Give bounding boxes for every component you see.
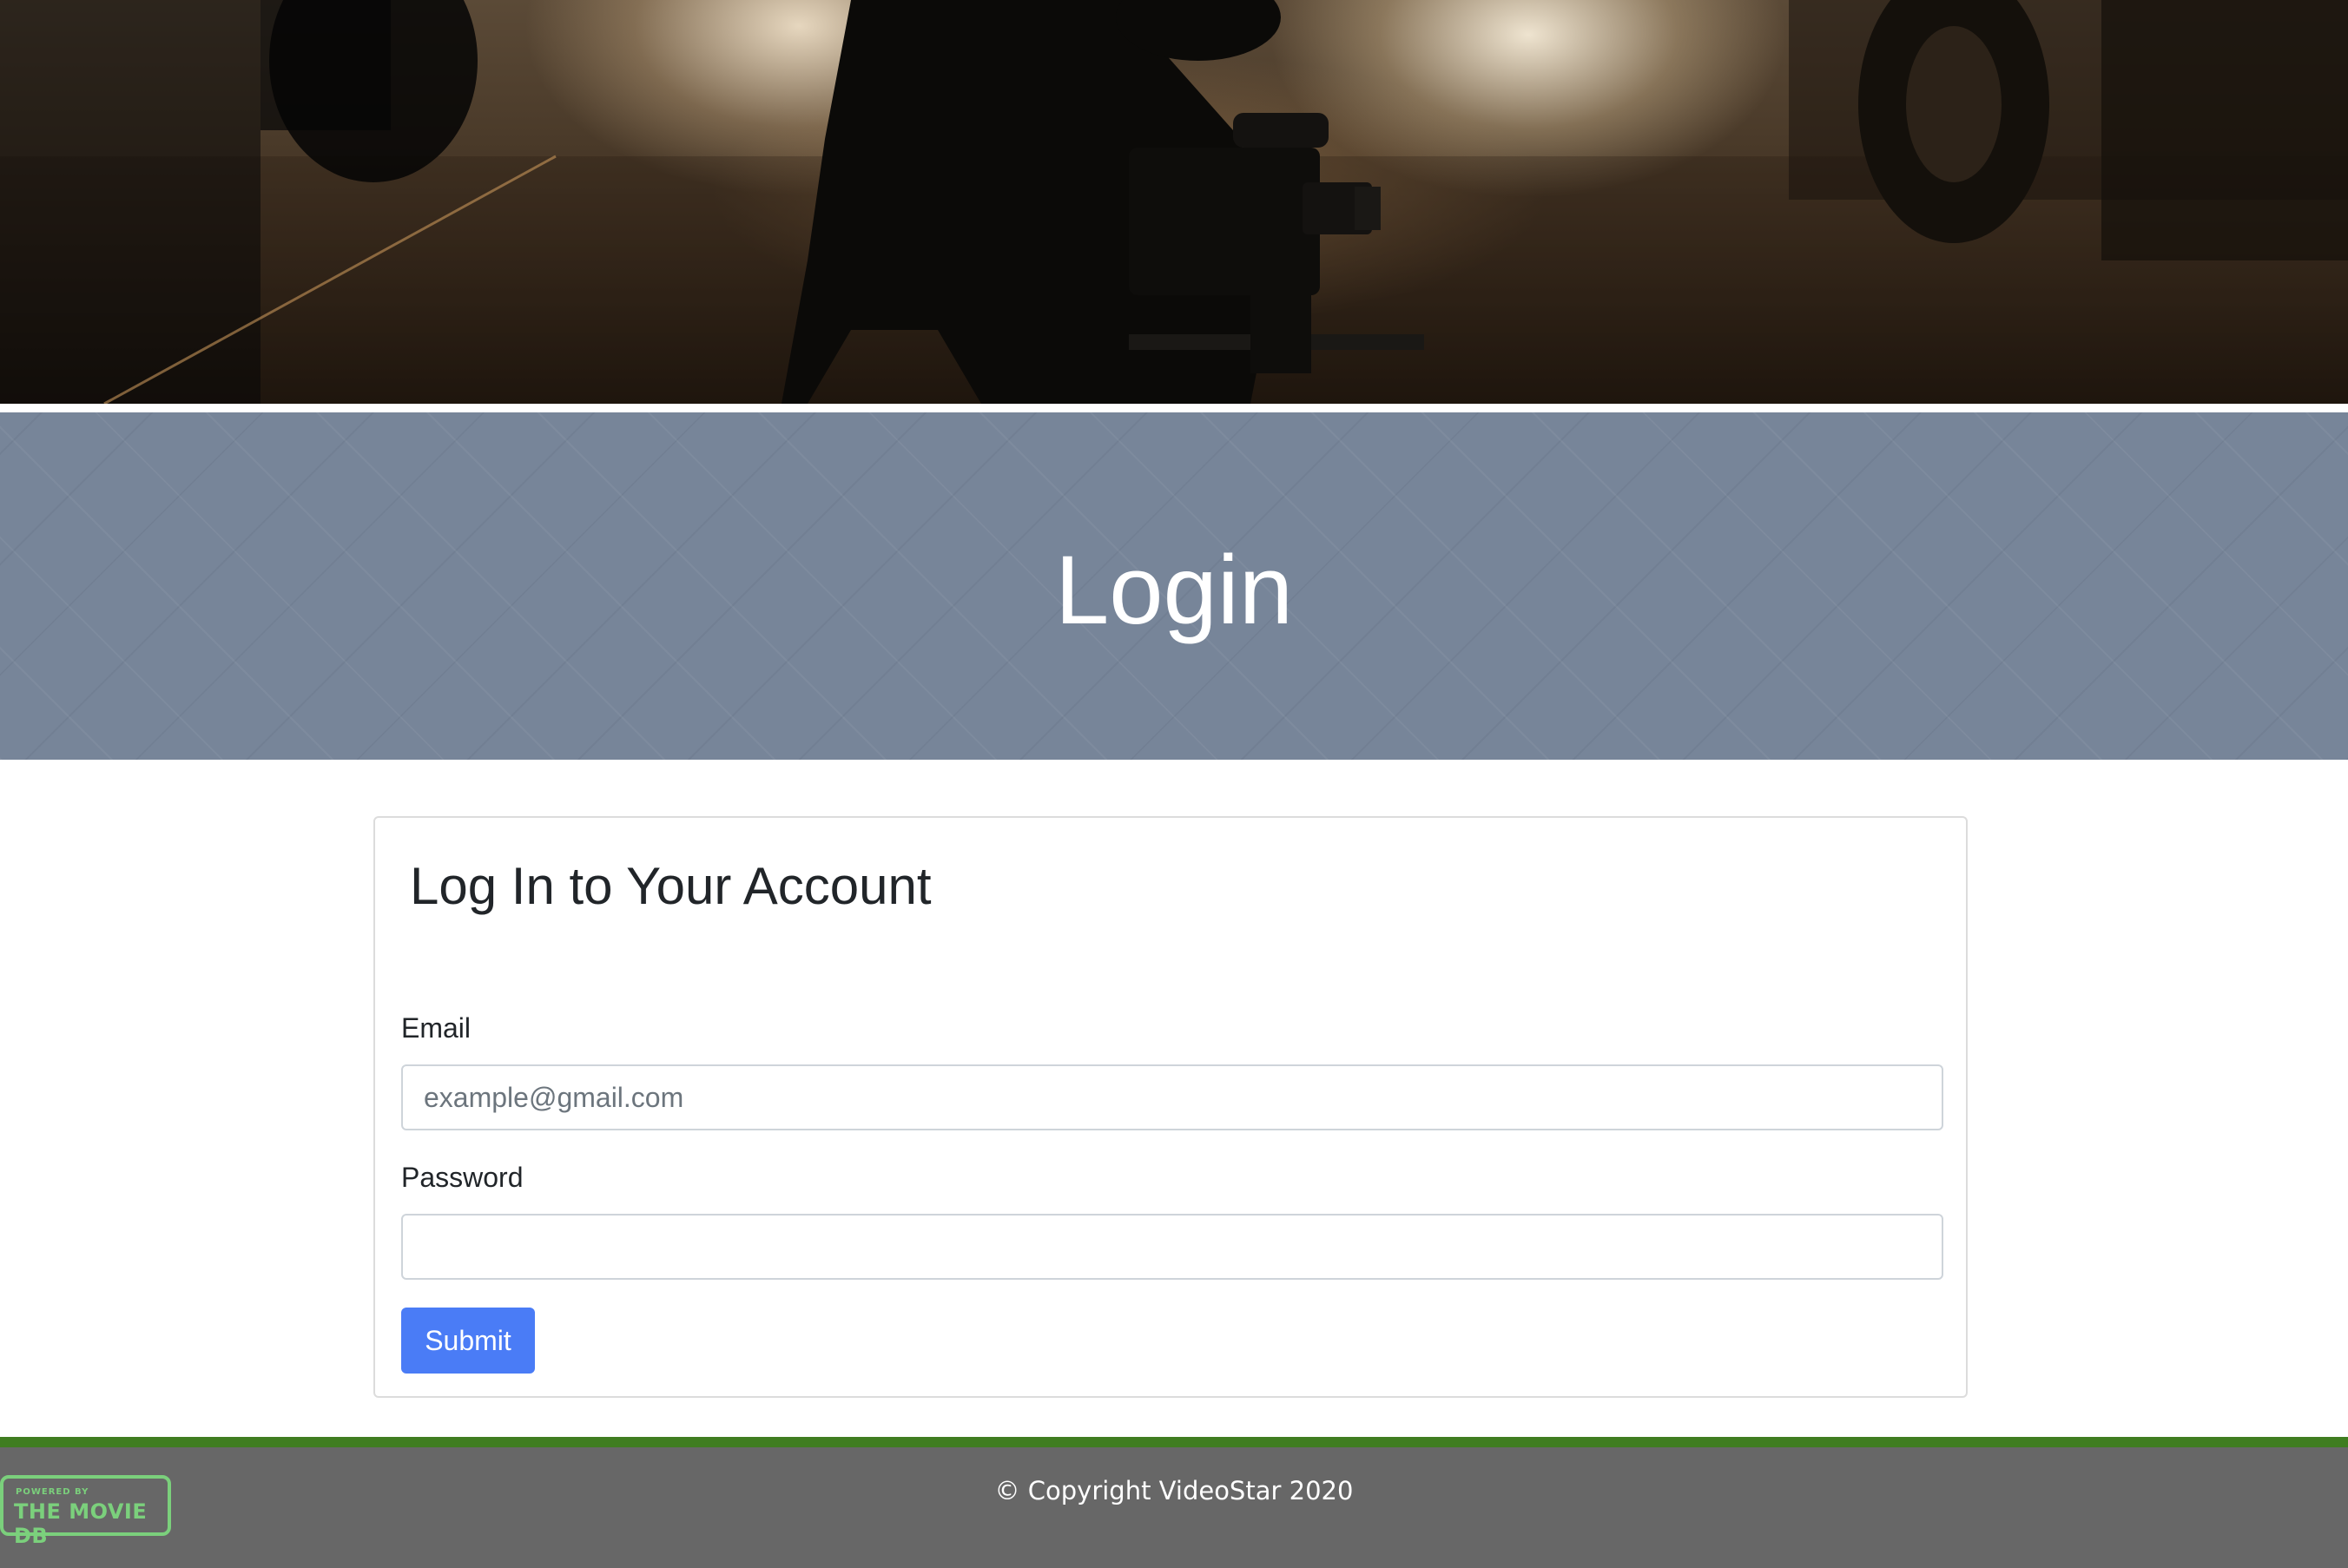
filmmaker-camera-photo-icon — [0, 0, 2348, 404]
email-field[interactable] — [401, 1064, 1943, 1130]
page-banner: Login — [0, 412, 2348, 760]
hero-image — [0, 0, 2348, 404]
copyright-text: © Copyright VideoStar 2020 — [994, 1476, 1354, 1505]
submit-button[interactable]: Submit — [401, 1308, 535, 1374]
footer: POWERED BY THE MOVIE DB © Copyright Vide… — [0, 1447, 2348, 1568]
login-card: Log In to Your Account Email Password Su… — [373, 816, 1968, 1398]
login-heading: Log In to Your Account — [410, 857, 932, 915]
password-label: Password — [401, 1162, 524, 1193]
email-label: Email — [401, 1012, 472, 1044]
page-title: Login — [1054, 536, 1294, 644]
hero-divider — [0, 404, 2348, 412]
footer-stripe — [0, 1437, 2348, 1447]
password-field[interactable] — [401, 1214, 1943, 1280]
